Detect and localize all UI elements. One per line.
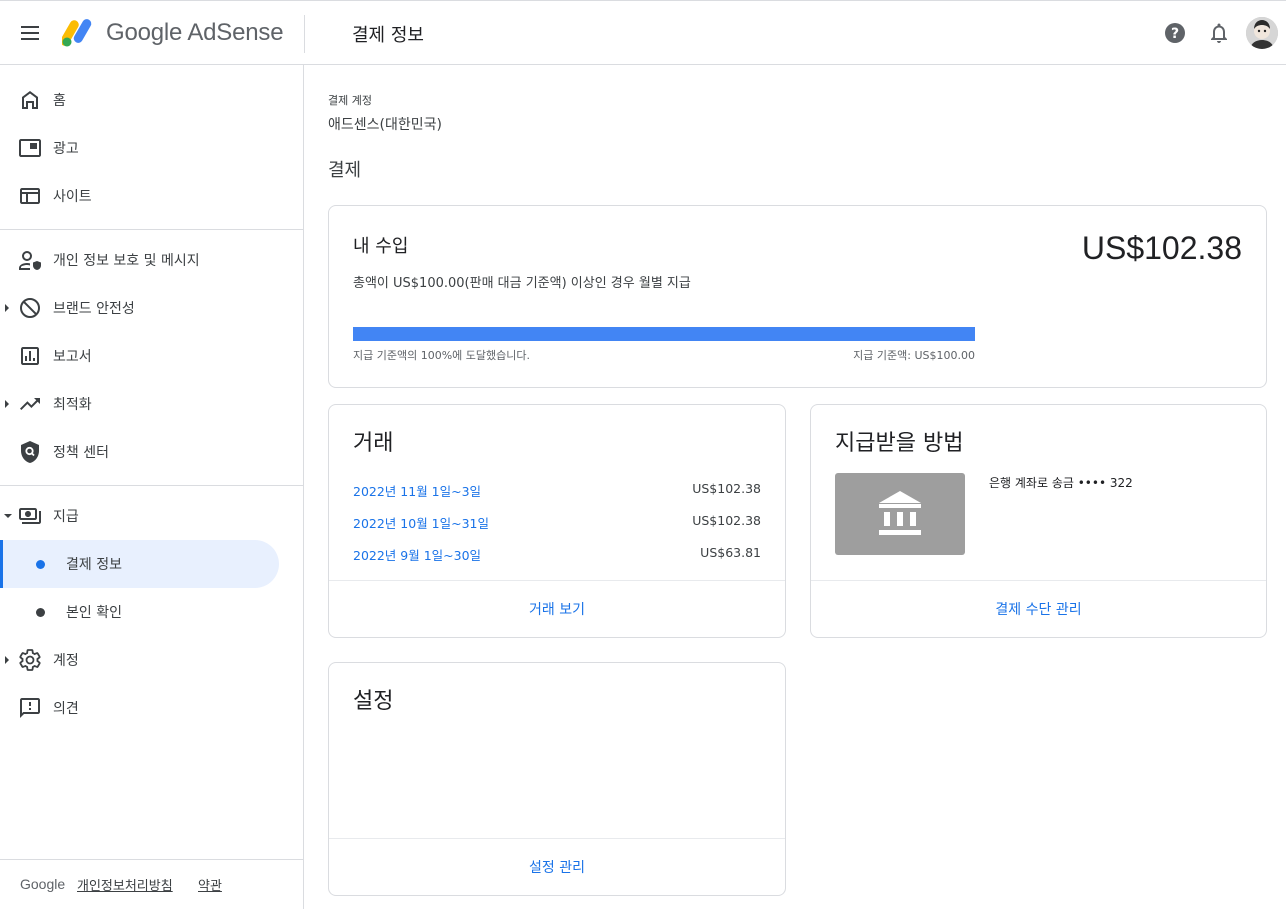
nav-label: 의견 [53, 701, 79, 717]
expand-caret-icon[interactable] [5, 400, 9, 408]
settings-title: 설정 [353, 689, 394, 714]
nav-divider [0, 485, 303, 486]
nav-label: 최적화 [53, 397, 92, 413]
nav-item-privacy-messaging[interactable]: 개인 정보 보호 및 메시지 [0, 236, 280, 284]
manage-payment-methods-button[interactable]: 결제 수단 관리 [811, 580, 1266, 637]
bank-tile [835, 473, 965, 555]
sidebar-footer: Google 개인정보처리방침 약관 [0, 859, 303, 909]
transactions-card: 거래 2022년 11월 1일~3일 US$102.38 2022년 10월 1… [328, 404, 786, 638]
transaction-period-link[interactable]: 2022년 9월 1일~30일 [353, 545, 481, 564]
nav-item-brand-safety[interactable]: 브랜드 안전성 [0, 284, 280, 332]
table-row: 2022년 10월 1일~31일 US$102.38 [353, 513, 761, 533]
transaction-period-link[interactable]: 2022년 11월 1일~3일 [353, 481, 481, 500]
payment-method-title: 지급받을 방법 [835, 431, 964, 456]
earnings-description: 총액이 US$100.00(판매 대금 기준액) 이상인 경우 월별 지급 [353, 276, 691, 291]
nav-subitem-payments-info[interactable]: 결제 정보 [0, 540, 279, 588]
help-icon[interactable]: ? [1163, 21, 1187, 45]
brand-name[interactable]: Google AdSense [106, 19, 284, 47]
terms-link[interactable]: 약관 [198, 875, 222, 894]
nav-label: 홈 [53, 93, 66, 109]
svg-text:?: ? [1171, 26, 1179, 42]
progress-fill [353, 327, 975, 341]
table-row: 2022년 9월 1일~30일 US$63.81 [353, 545, 761, 565]
ads-icon [19, 139, 41, 157]
bullet-dot-icon [36, 560, 45, 569]
notifications-icon[interactable] [1207, 21, 1231, 45]
nav-item-sites[interactable]: 사이트 [0, 172, 280, 220]
account-avatar[interactable] [1246, 17, 1278, 49]
payment-method-card: 지급받을 방법 은행 계좌로 송금 •••• 322 결제 수단 관리 [810, 404, 1267, 638]
nav-item-feedback[interactable]: 의견 [0, 684, 280, 732]
nav-label: 광고 [53, 141, 79, 157]
nav-item-account[interactable]: 계정 [0, 636, 280, 684]
nav-label: 사이트 [53, 189, 92, 205]
home-icon [22, 91, 38, 109]
earnings-title: 내 수입 [353, 236, 409, 257]
feedback-icon [20, 698, 40, 718]
bank-icon [879, 491, 921, 535]
progress-threshold-text: 지급 기준액: US$100.00 [853, 349, 975, 362]
trending-up-icon [20, 398, 40, 410]
nav-label: 본인 확인 [66, 605, 122, 621]
menu-icon[interactable] [18, 21, 42, 45]
transaction-amount: US$102.38 [692, 481, 761, 496]
gear-icon [19, 649, 41, 671]
nav-label: 지급 [53, 509, 79, 525]
expand-caret-icon[interactable] [5, 304, 9, 312]
transaction-amount: US$102.38 [692, 513, 761, 528]
nav-item-reports[interactable]: 보고서 [0, 332, 280, 380]
settings-card: 설정 설정 관리 [328, 662, 786, 896]
nav-label: 결제 정보 [66, 557, 122, 573]
bar-chart-icon [21, 347, 39, 365]
sites-icon [20, 188, 40, 204]
account-name: 애드센스(대한민국) [328, 117, 442, 133]
payment-threshold-progress [353, 327, 975, 341]
earnings-amount: US$102.38 [1081, 230, 1242, 266]
nav-label: 개인 정보 보호 및 메시지 [53, 253, 200, 269]
nav-item-optimization[interactable]: 최적화 [0, 380, 280, 428]
block-icon [20, 298, 40, 318]
view-transactions-button[interactable]: 거래 보기 [329, 580, 785, 637]
nav-label: 계정 [53, 653, 79, 669]
transaction-amount: US$63.81 [700, 545, 761, 560]
manage-settings-button[interactable]: 설정 관리 [329, 838, 785, 895]
person-shield-icon [19, 251, 41, 270]
side-navigation: 홈 광고 사이트 개인 정보 보호 및 메시지 브랜드 안전성 보고서 최적화 … [0, 65, 304, 909]
nav-label: 정책 센터 [53, 445, 109, 461]
earnings-card: 내 수입 총액이 US$100.00(판매 대금 기준액) 이상인 경우 월별 … [328, 205, 1267, 388]
avatar-image-icon [1246, 17, 1278, 49]
nav-item-payments[interactable]: 지급 [0, 492, 280, 540]
collapse-caret-icon[interactable] [4, 514, 12, 518]
nav-label: 브랜드 안전성 [53, 301, 135, 317]
payments-icon [19, 508, 41, 524]
policy-shield-icon [21, 441, 39, 463]
transactions-title: 거래 [353, 431, 394, 456]
nav-item-policy-center[interactable]: 정책 센터 [0, 428, 280, 476]
section-title: 결제 [328, 160, 362, 181]
privacy-policy-link[interactable]: 개인정보처리방침 [77, 875, 173, 894]
top-app-bar: Google AdSense 결제 정보 ? [0, 0, 1286, 65]
table-row: 2022년 11월 1일~3일 US$102.38 [353, 481, 761, 501]
main-content: 결제 계정 애드센스(대한민국) 결제 내 수입 총액이 US$100.00(판… [305, 66, 1286, 909]
account-label: 결제 계정 [328, 94, 372, 107]
nav-label: 보고서 [53, 349, 92, 365]
page-title: 결제 정보 [352, 25, 424, 46]
nav-divider [0, 229, 303, 230]
progress-status-text: 지급 기준액의 100%에 도달했습니다. [353, 349, 530, 362]
nav-item-home[interactable]: 홈 [0, 76, 280, 124]
footer-google-text: Google [20, 876, 66, 892]
nav-item-ads[interactable]: 광고 [0, 124, 280, 172]
nav-subitem-verification[interactable]: 본인 확인 [0, 588, 279, 636]
header-divider [304, 15, 305, 53]
bullet-dot-icon [36, 608, 45, 617]
transaction-period-link[interactable]: 2022년 10월 1일~31일 [353, 513, 489, 532]
bank-account-text: 은행 계좌로 송금 •••• 322 [989, 476, 1133, 490]
expand-caret-icon[interactable] [5, 656, 9, 664]
adsense-logo-icon [62, 19, 92, 47]
